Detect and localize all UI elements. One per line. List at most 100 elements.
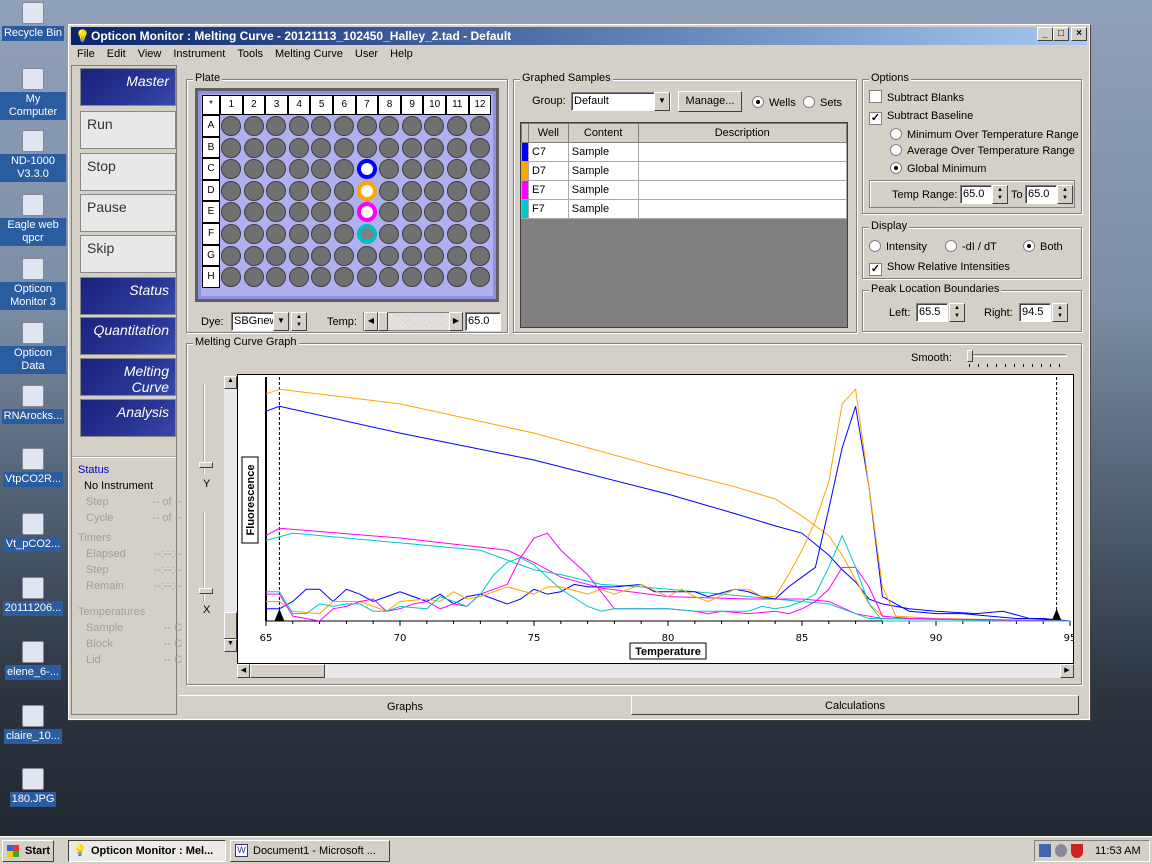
row-header[interactable]: B bbox=[202, 136, 220, 159]
column-header[interactable]: 1 bbox=[220, 95, 243, 115]
well-E3[interactable] bbox=[266, 202, 287, 223]
column-header[interactable]: 5 bbox=[310, 95, 333, 115]
well-E12[interactable] bbox=[469, 202, 490, 223]
column-header[interactable]: 12 bbox=[468, 95, 492, 115]
sets-radio[interactable]: Sets bbox=[803, 96, 842, 109]
well-B11[interactable] bbox=[447, 137, 467, 158]
nav-stop-button[interactable]: Stop bbox=[80, 153, 176, 191]
column-header[interactable]: 11 bbox=[446, 95, 469, 115]
well-C7[interactable] bbox=[356, 159, 377, 180]
well-A2[interactable] bbox=[243, 116, 264, 136]
well-H4[interactable] bbox=[288, 267, 309, 288]
well-B5[interactable] bbox=[311, 137, 332, 158]
well-G1[interactable] bbox=[221, 245, 241, 266]
well-C5[interactable] bbox=[311, 159, 332, 180]
well-G2[interactable] bbox=[243, 245, 264, 266]
desktop-icon[interactable]: My Computer bbox=[0, 68, 66, 120]
well-H1[interactable] bbox=[221, 267, 241, 288]
nav-pause-button[interactable]: Pause bbox=[80, 194, 176, 232]
nav-melting-curve-button[interactable]: Melting Curve bbox=[80, 358, 176, 396]
well-B3[interactable] bbox=[266, 137, 287, 158]
well-A11[interactable] bbox=[447, 116, 467, 136]
minimize-button[interactable]: _ bbox=[1037, 27, 1053, 41]
well-B9[interactable] bbox=[401, 137, 422, 158]
well-D7[interactable] bbox=[356, 180, 377, 201]
column-header[interactable]: Content bbox=[567, 123, 639, 143]
scroll-thumb[interactable] bbox=[250, 664, 325, 678]
well-C2[interactable] bbox=[243, 159, 264, 180]
column-header[interactable]: 9 bbox=[400, 95, 424, 115]
well-D6[interactable] bbox=[334, 180, 354, 201]
menu-edit[interactable]: Edit bbox=[105, 48, 128, 60]
slider-thumb[interactable] bbox=[378, 312, 388, 331]
intensity-radio[interactable]: Intensity bbox=[869, 240, 927, 253]
well-G6[interactable] bbox=[334, 245, 354, 266]
menu-user[interactable]: User bbox=[353, 48, 380, 60]
well-D8[interactable] bbox=[379, 180, 400, 201]
temp-from-input[interactable]: 65.0 bbox=[960, 185, 992, 204]
well-G3[interactable] bbox=[266, 245, 287, 266]
well-C8[interactable] bbox=[379, 159, 400, 180]
well-F6[interactable] bbox=[334, 224, 354, 244]
well-C3[interactable] bbox=[266, 159, 287, 180]
y-scale-slider[interactable] bbox=[203, 384, 215, 474]
well-A7[interactable] bbox=[356, 116, 377, 136]
close-button[interactable]: × bbox=[1071, 27, 1087, 41]
column-header[interactable]: Description bbox=[637, 123, 847, 143]
desktop-icon[interactable]: claire_10... bbox=[0, 705, 66, 744]
well-G10[interactable] bbox=[424, 245, 445, 266]
well-G8[interactable] bbox=[379, 245, 400, 266]
table-row[interactable]: D7 Sample bbox=[521, 161, 847, 181]
left-spinner[interactable]: ▲ ▼ bbox=[949, 303, 965, 322]
column-header[interactable]: 6 bbox=[333, 95, 356, 115]
well-G9[interactable] bbox=[401, 245, 422, 266]
nav-quantitation-button[interactable]: Quantitation bbox=[80, 317, 176, 355]
well-C11[interactable] bbox=[447, 159, 467, 180]
dye-dropdown-arrow-icon[interactable]: ▼ bbox=[273, 312, 289, 331]
well-G11[interactable] bbox=[447, 245, 467, 266]
menu-instrument[interactable]: Instrument bbox=[171, 48, 227, 60]
nav-analysis-button[interactable]: Analysis bbox=[80, 399, 176, 437]
well-D4[interactable] bbox=[288, 180, 309, 201]
menu-tools[interactable]: Tools bbox=[235, 48, 265, 60]
well-D3[interactable] bbox=[266, 180, 287, 201]
well-F4[interactable] bbox=[288, 224, 309, 244]
row-header[interactable]: E bbox=[202, 201, 220, 223]
horizontal-scrollbar[interactable]: ◀ ▶ bbox=[237, 664, 1074, 678]
temp-to-spinner[interactable]: ▲ ▼ bbox=[1057, 185, 1073, 204]
menu-file[interactable]: File bbox=[75, 48, 97, 60]
scroll-down-icon[interactable]: ▼ bbox=[224, 639, 237, 652]
desktop-icon[interactable]: Recycle Bin bbox=[0, 2, 66, 41]
temp-to-input[interactable]: 65.0 bbox=[1025, 185, 1057, 204]
column-header[interactable]: 7 bbox=[355, 95, 379, 115]
group-dropdown-arrow-icon[interactable]: ▼ bbox=[654, 92, 670, 111]
tab-graphs[interactable]: Graphs bbox=[179, 695, 631, 717]
nav-status-button[interactable]: Status bbox=[80, 277, 176, 315]
menu-view[interactable]: View bbox=[136, 48, 164, 60]
well-D12[interactable] bbox=[469, 180, 490, 201]
well-C9[interactable] bbox=[401, 159, 422, 180]
scroll-left-icon[interactable]: ◀ bbox=[237, 664, 250, 678]
right-spinner[interactable]: ▲ ▼ bbox=[1052, 303, 1068, 322]
show-relative-checkbox[interactable]: ✓ Show Relative Intensities bbox=[869, 261, 1010, 276]
well-D1[interactable] bbox=[221, 180, 241, 201]
scroll-right-icon[interactable]: ▶ bbox=[1060, 664, 1074, 678]
dye-spinner[interactable]: ▲ ▼ bbox=[291, 312, 307, 331]
well-B4[interactable] bbox=[288, 137, 309, 158]
select-all-corner[interactable]: * bbox=[202, 95, 220, 115]
well-D11[interactable] bbox=[447, 180, 467, 201]
scroll-right-icon[interactable]: ▶ bbox=[449, 312, 463, 331]
well-F2[interactable] bbox=[243, 224, 264, 244]
volume-icon[interactable] bbox=[1055, 844, 1067, 857]
well-D5[interactable] bbox=[311, 180, 332, 201]
well-F12[interactable] bbox=[469, 224, 490, 244]
well-C6[interactable] bbox=[334, 159, 354, 180]
desktop-icon[interactable]: RNArocks... bbox=[0, 385, 66, 424]
well-H11[interactable] bbox=[447, 267, 467, 288]
well-E7[interactable] bbox=[356, 202, 377, 223]
column-header[interactable]: 10 bbox=[423, 95, 446, 115]
well-E4[interactable] bbox=[288, 202, 309, 223]
well-F1[interactable] bbox=[221, 224, 241, 244]
well-G4[interactable] bbox=[288, 245, 309, 266]
well-E2[interactable] bbox=[243, 202, 264, 223]
